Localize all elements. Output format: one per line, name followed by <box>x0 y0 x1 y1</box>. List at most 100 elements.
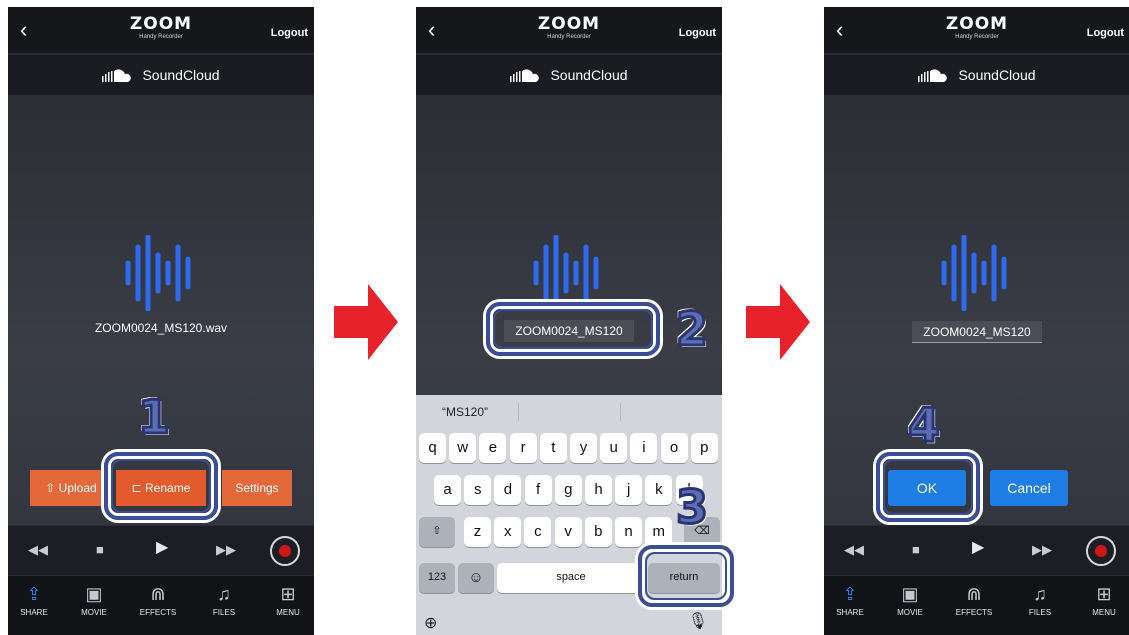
space-key[interactable]: space <box>497 563 645 593</box>
microphone-icon[interactable]: 🎙 <box>688 611 708 631</box>
tab-label: MENU <box>276 608 300 617</box>
arrow-right-icon <box>746 284 810 360</box>
rewind-icon[interactable]: ◀◀ <box>844 543 864 556</box>
transport-bar: ◀◀ ■ ▶ ▶▶ <box>824 525 1129 575</box>
logo-wordmark: ZOOM <box>129 14 193 34</box>
effects-icon: ⋒ <box>150 584 166 604</box>
rewind-icon[interactable]: ◀◀ <box>28 543 48 556</box>
numbers-key[interactable]: 123 <box>419 563 455 593</box>
soundcloud-icon <box>102 69 132 82</box>
cancel-button[interactable]: Cancel <box>990 470 1068 506</box>
zoom-logo: ZOOM Handy Recorder <box>416 16 722 41</box>
step-number-2: 2 <box>674 302 709 356</box>
tab-label: SHARE <box>20 608 48 617</box>
movie-icon: ▣ <box>85 584 103 604</box>
key-k[interactable]: k <box>645 475 673 505</box>
tab-label: MENU <box>1092 608 1116 617</box>
key-j[interactable]: j <box>615 475 643 505</box>
tutorial-stage: ‹ ZOOM Handy Recorder Logout SoundCloud <box>0 0 1129 635</box>
soundcloud-bar: SoundCloud <box>8 55 314 95</box>
tab-effects[interactable]: ⋒ EFFECTS <box>128 584 188 617</box>
key-i[interactable]: i <box>630 433 658 463</box>
settings-button[interactable]: Settings <box>222 470 292 506</box>
tab-effects[interactable]: ⋒ EFFECTS <box>944 584 1004 617</box>
upload-icon: ⇧ <box>45 481 59 495</box>
tab-menu[interactable]: ⊞ MENU <box>258 584 314 617</box>
key-o[interactable]: o <box>660 433 688 463</box>
key-h[interactable]: h <box>585 475 612 505</box>
tab-label: SHARE <box>836 608 864 617</box>
phone-screen-3: ‹ ZOOM Handy Recorder Logout SoundCloud <box>824 7 1129 635</box>
tab-files[interactable]: ♫ FILES <box>1010 584 1070 617</box>
key-d[interactable]: d <box>494 475 522 505</box>
key-c[interactable]: c <box>524 517 552 547</box>
tab-bar: ⇪ SHARE ▣ MOVIE ⋒ EFFECTS ♫ FILES ⊞ MENU <box>8 575 314 635</box>
tab-label: FILES <box>212 608 236 617</box>
movie-icon: ▣ <box>901 584 919 604</box>
tab-share[interactable]: ⇪ SHARE <box>824 584 880 617</box>
tab-bar: ⇪ SHARE ▣ MOVIE ⋒ EFFECTS ♫ FILES ⊞ MENU <box>824 575 1129 635</box>
key-p[interactable]: p <box>690 433 718 463</box>
key-x[interactable]: x <box>494 517 522 547</box>
key-t[interactable]: t <box>539 433 567 463</box>
emoji-key[interactable]: ☺ <box>458 563 494 593</box>
top-bar: ‹ ZOOM Handy Recorder Logout <box>8 7 314 54</box>
logo-subtitle: Handy Recorder <box>547 34 591 40</box>
key-a[interactable]: a <box>434 475 461 505</box>
filename-highlight <box>486 302 660 356</box>
transport-bar: ◀◀ ■ ▶ ▶▶ <box>8 525 314 575</box>
fast-forward-icon[interactable]: ▶▶ <box>1032 543 1052 556</box>
key-b[interactable]: b <box>584 517 612 547</box>
soundcloud-bar: SoundCloud <box>416 55 722 95</box>
key-z[interactable]: z <box>464 517 491 547</box>
key-s[interactable]: s <box>464 475 492 505</box>
filename-input[interactable]: ZOOM0024_MS120 <box>912 321 1042 343</box>
fast-forward-icon[interactable]: ▶▶ <box>216 543 236 556</box>
key-n[interactable]: n <box>615 517 642 547</box>
menu-icon: ⊞ <box>1096 584 1112 604</box>
tab-label: EFFECTS <box>139 608 177 617</box>
zoom-logo: ZOOM Handy Recorder <box>824 16 1129 41</box>
stop-icon[interactable]: ■ <box>96 543 104 556</box>
play-icon[interactable]: ▶ <box>156 540 168 556</box>
key-g[interactable]: g <box>554 475 582 505</box>
key-m[interactable]: m <box>645 517 673 547</box>
tab-movie[interactable]: ▣ MOVIE <box>64 584 124 617</box>
globe-icon[interactable]: ⊕ <box>424 613 437 633</box>
play-icon[interactable]: ▶ <box>972 540 984 556</box>
key-y[interactable]: y <box>570 433 597 463</box>
key-w[interactable]: w <box>449 433 477 463</box>
service-name: SoundCloud <box>958 67 1036 83</box>
shift-key[interactable]: ⇧ <box>419 517 455 547</box>
logout-button[interactable]: Logout <box>679 27 716 39</box>
key-e[interactable]: e <box>479 433 507 463</box>
stop-icon[interactable]: ■ <box>912 543 920 556</box>
effects-icon: ⋒ <box>966 584 982 604</box>
logout-button[interactable]: Logout <box>271 27 308 39</box>
tab-movie[interactable]: ▣ MOVIE <box>880 584 940 617</box>
soundcloud-icon <box>918 69 948 82</box>
key-v[interactable]: v <box>554 517 582 547</box>
menu-icon: ⊞ <box>280 584 296 604</box>
record-button[interactable] <box>1086 536 1116 566</box>
record-button[interactable] <box>270 536 300 566</box>
top-bar: ‹ ZOOM Handy Recorder Logout <box>824 7 1129 54</box>
audio-wave-icon <box>941 235 1007 311</box>
suggestion-item[interactable]: “MS120” <box>442 405 488 419</box>
logout-button[interactable]: Logout <box>1087 27 1124 39</box>
divider <box>620 403 621 421</box>
tab-label: MOVIE <box>81 608 107 617</box>
key-f[interactable]: f <box>524 475 552 505</box>
key-r[interactable]: r <box>509 433 537 463</box>
key-q[interactable]: q <box>419 433 446 463</box>
upload-button[interactable]: ⇧ Upload <box>30 470 112 506</box>
tab-menu[interactable]: ⊞ MENU <box>1074 584 1129 617</box>
key-u[interactable]: u <box>600 433 628 463</box>
tab-files[interactable]: ♫ FILES <box>194 584 254 617</box>
arrow-right-icon <box>334 284 398 360</box>
file-name-label: ZOOM0024_MS120.wav <box>94 321 228 335</box>
logo-subtitle: Handy Recorder <box>955 34 999 40</box>
audio-wave-icon <box>125 235 191 311</box>
upload-label: Upload <box>58 481 97 495</box>
tab-share[interactable]: ⇪ SHARE <box>8 584 64 617</box>
